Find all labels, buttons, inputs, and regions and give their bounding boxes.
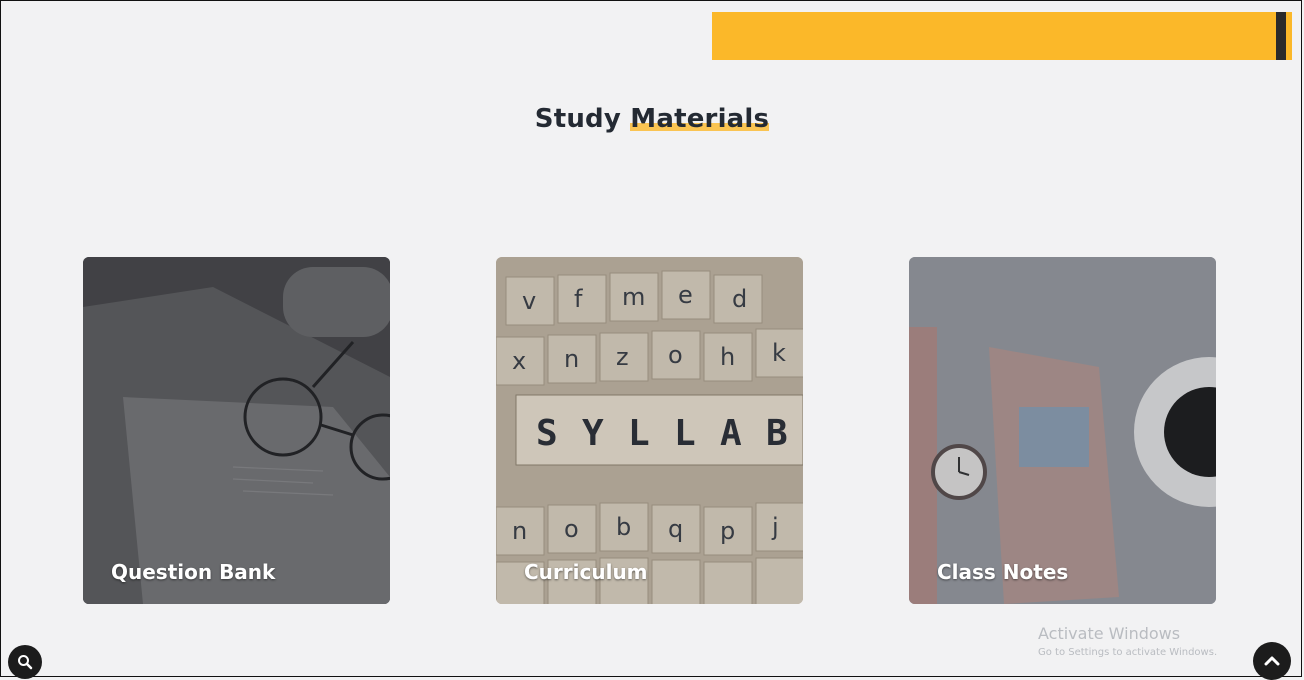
- card-label: Class Notes: [937, 560, 1069, 584]
- question-bank-image: [83, 257, 390, 604]
- section-title: Study Materials: [0, 104, 1304, 134]
- card-label: Question Bank: [111, 560, 276, 584]
- curriculum-image: S Y L L A B v f m e d x n z o h k n o b …: [496, 257, 803, 604]
- windows-activation-watermark: Activate Windows Go to Settings to activ…: [1038, 624, 1217, 658]
- card-label: Curriculum: [524, 560, 648, 584]
- class-notes-image: [909, 257, 1216, 604]
- card-question-bank[interactable]: Question Bank: [83, 257, 390, 604]
- card-curriculum[interactable]: S Y L L A B v f m e d x n z o h k n o b …: [496, 257, 803, 604]
- accent-bar-edge: [1276, 12, 1286, 60]
- card-class-notes[interactable]: Class Notes: [909, 257, 1216, 604]
- section-title-highlight: Materials: [630, 104, 770, 134]
- chevron-up-icon: [1264, 656, 1280, 666]
- section-title-part1: Study: [534, 104, 621, 134]
- scroll-to-top-button[interactable]: [1253, 642, 1291, 680]
- search-icon: [18, 655, 33, 670]
- search-button[interactable]: [8, 645, 42, 679]
- header-accent-bar: [712, 12, 1292, 60]
- watermark-line2: Go to Settings to activate Windows.: [1038, 647, 1218, 658]
- watermark-line1: Activate Windows: [1038, 624, 1181, 643]
